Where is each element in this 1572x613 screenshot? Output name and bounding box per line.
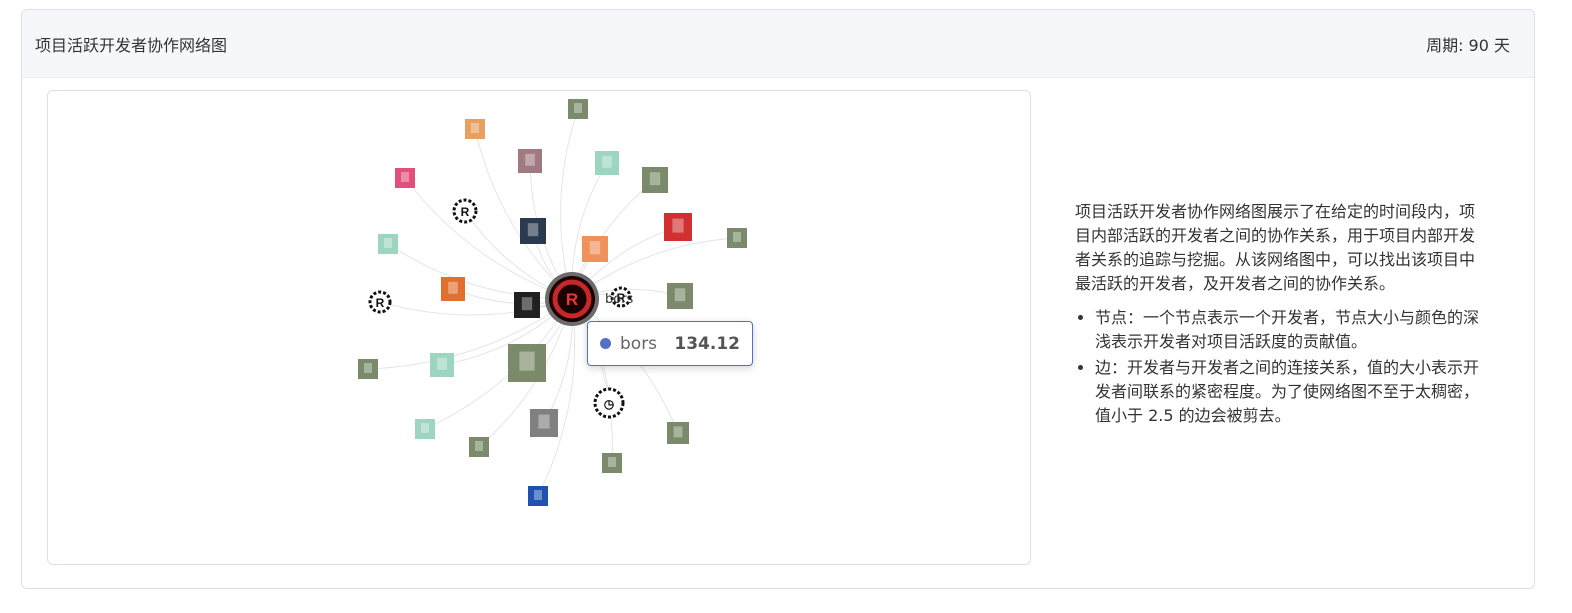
blue-avatar[interactable] xyxy=(528,486,548,506)
graph-canvas[interactable]: R R R ◷ R bors xyxy=(48,91,1030,564)
photo-avatar[interactable] xyxy=(727,228,747,248)
orange-avatar[interactable] xyxy=(441,277,465,301)
description-bullet-edges: 边：开发者与开发者之间的连接关系，值的大小表示开发者间联系的紧密程度。为了使网络… xyxy=(1095,356,1485,428)
card-header: 项目活跃开发者协作网络图 周期: 90 天 xyxy=(22,10,1534,78)
eye-avatar[interactable] xyxy=(520,218,546,244)
photo-avatar[interactable] xyxy=(568,99,588,119)
mixed-avatar[interactable] xyxy=(518,149,542,173)
card-title: 项目活跃开发者协作网络图 xyxy=(35,35,228,55)
period-label: 周期: 90 天 xyxy=(1426,35,1510,55)
hook-avatar[interactable] xyxy=(514,292,540,318)
network-graph[interactable]: R R R ◷ R bors bors 134.12 xyxy=(47,90,1031,565)
pixel-avatar[interactable] xyxy=(430,353,454,377)
description-list: 节点：一个节点表示一个开发者，节点大小与颜色的深浅表示开发者对项目活跃度的贡献值… xyxy=(1075,306,1485,428)
center-node[interactable]: R bors xyxy=(545,272,634,326)
description-intro: 项目活跃开发者协作网络图展示了在给定的时间段内，项目内部活跃的开发者之间的协作关… xyxy=(1075,202,1476,293)
description-bullet-nodes: 节点：一个节点表示一个开发者，节点大小与颜色的深浅表示开发者对项目活跃度的贡献值… xyxy=(1095,306,1485,354)
tooltip-value: 134.12 xyxy=(674,333,740,354)
series-dot-icon xyxy=(600,338,611,349)
pink-avatar[interactable] xyxy=(395,168,415,188)
center-node-label: bors xyxy=(605,292,634,307)
tooltip-name: bors xyxy=(620,333,658,354)
graph-edge xyxy=(404,177,573,300)
pixel-avatar[interactable] xyxy=(415,419,435,439)
photo-avatar[interactable] xyxy=(469,437,489,457)
pixel-avatar[interactable] xyxy=(595,151,619,175)
clock-avatar[interactable]: ◷ xyxy=(593,387,625,419)
node-tooltip: bors 134.12 xyxy=(587,321,753,366)
photo-avatar[interactable] xyxy=(667,422,689,444)
photo-avatar[interactable] xyxy=(602,453,622,473)
rust-gear-avatar[interactable]: R xyxy=(452,198,478,224)
graph-description: 项目活跃开发者协作网络图展示了在给定的时间段内，项目内部活跃的开发者之间的协作关… xyxy=(1075,200,1485,430)
pixel-avatar[interactable] xyxy=(378,234,398,254)
graph-edge xyxy=(560,108,579,300)
photo-avatar[interactable] xyxy=(642,167,668,193)
ghost-avatar[interactable] xyxy=(465,119,485,139)
svg-text:R: R xyxy=(376,296,385,310)
network-card: 项目活跃开发者协作网络图 周期: 90 天 R R R ◷ R bors bors 1… xyxy=(21,9,1535,589)
phi-avatar[interactable] xyxy=(582,236,608,262)
photo-avatar[interactable] xyxy=(667,283,693,309)
rust-gear-avatar[interactable]: R xyxy=(368,290,392,314)
kana-avatar[interactable] xyxy=(664,213,692,241)
graph-edge xyxy=(387,243,573,300)
graph-edge xyxy=(379,298,573,316)
photo-avatar[interactable] xyxy=(508,344,546,382)
svg-text:R: R xyxy=(461,205,470,219)
center-node-icon: R xyxy=(566,290,578,309)
pattern-avatar[interactable] xyxy=(530,409,558,437)
svg-text:◷: ◷ xyxy=(604,397,615,411)
photo-avatar[interactable] xyxy=(358,359,378,379)
